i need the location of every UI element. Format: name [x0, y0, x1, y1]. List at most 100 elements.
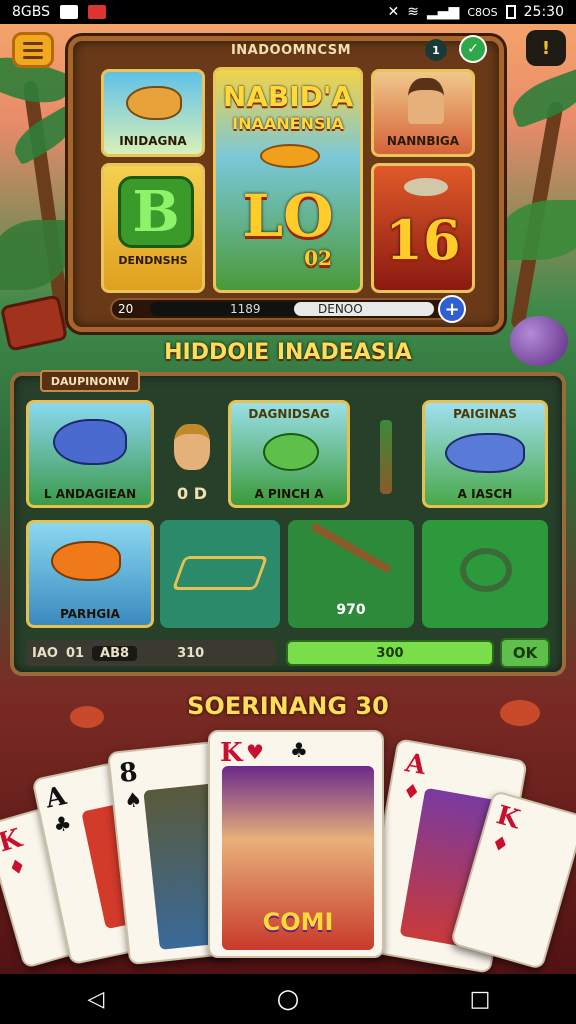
net-icon: [171, 556, 269, 590]
game-tile-torch[interactable]: [360, 400, 412, 508]
menu-icon-line: [23, 48, 43, 52]
bar-mid-value: 1189: [230, 302, 261, 316]
small-badge-icon[interactable]: 1: [425, 39, 447, 61]
slingshot-icon: [310, 522, 392, 574]
tile-label: L ANDAGIEAN: [43, 487, 137, 501]
game-tile-goldfish[interactable]: PARHGIA: [26, 520, 154, 628]
tile-title: DAGNIDSAG: [248, 407, 330, 421]
tile-label: 970: [336, 602, 366, 618]
tile-label: A IASCH: [457, 487, 513, 501]
game-tile-tuna[interactable]: PAIGINAS A IASCH: [422, 400, 548, 508]
club-icon: ♣: [290, 738, 308, 762]
card-rank: A: [42, 781, 69, 815]
game-tile-rope[interactable]: [422, 520, 548, 628]
fish-icon: [260, 144, 320, 168]
bar-right-value: DENOO: [318, 302, 363, 316]
fish-icon: [51, 541, 121, 581]
signal-icon: ▂▄▆: [427, 4, 460, 20]
game-tile-net[interactable]: [160, 520, 280, 628]
status-time: 25:30: [523, 4, 564, 20]
fish-icon: [53, 419, 127, 465]
jackpot-number: LO: [242, 182, 334, 250]
menu-button[interactable]: [12, 32, 54, 68]
game-tile-piranha[interactable]: L ANDAGIEAN: [26, 400, 154, 508]
status-network-text: C8OS: [467, 5, 498, 19]
coin-icon: [70, 706, 104, 728]
game-tile-character[interactable]: 0 D: [164, 400, 220, 508]
game-title-line1: NABID'A: [222, 80, 354, 113]
tile-label: NANNBIGA: [386, 134, 460, 148]
app-notification-icon: [88, 5, 107, 19]
game-tile-slingshot[interactable]: 970: [288, 520, 414, 628]
frame-title: INADOOMNCSM: [230, 43, 352, 58]
ok-button[interactable]: OK: [500, 638, 550, 668]
card-rank: A: [402, 748, 429, 782]
home-button[interactable]: ○: [274, 984, 302, 1014]
playing-card-k-hearts[interactable]: K ♥ ♣ COMI: [208, 730, 384, 958]
tile-title: PAIGINAS: [453, 407, 517, 421]
tile-label: A PINCH A: [254, 487, 324, 501]
melon-icon: [263, 433, 319, 471]
slot-tile-fish[interactable]: INIDAGNA: [101, 69, 205, 157]
bar-value: 310: [177, 645, 205, 661]
tile-label: INIDAGNA: [119, 134, 187, 148]
tile-label: 0 D: [177, 484, 207, 503]
slot-tile-jackpot[interactable]: NABID'A INAANENSIA LO 02: [213, 67, 363, 293]
bar-left-value: 20: [118, 302, 134, 316]
game-screen: 8GBS ✕ ≋ ▂▄▆ C8OS 25:30 ! INADOOMNCSM 1 …: [0, 0, 576, 1024]
game-tile-melon[interactable]: DAGNIDSAG A PINCH A: [228, 400, 350, 508]
fish-icon: [404, 178, 448, 196]
progress-value: 300: [376, 645, 404, 661]
palm-leaf: [506, 67, 576, 129]
featured-game-frame: INADOOMNCSM 1 ✓ INIDAGNA NABID'A INAANEN…: [68, 35, 504, 332]
panel-status-bar: IAO 01 AB8 310: [26, 640, 276, 666]
torch-icon: [380, 420, 392, 494]
coin-icon: [500, 700, 540, 726]
wifi-icon: ≋: [407, 4, 419, 20]
symbol-b-icon: B: [118, 176, 194, 248]
tile-label: DENDNSHS: [118, 254, 188, 267]
bar-label-b: 01: [65, 645, 85, 661]
character-avatar: [174, 424, 210, 470]
jackpot-progress-bar: 20 1189 DENOO: [110, 298, 460, 320]
mute-icon: ✕: [387, 4, 400, 20]
battery-icon: [505, 5, 516, 19]
slot-tile-multiplier[interactable]: 16: [371, 163, 475, 293]
heart-icon: ♥: [246, 740, 264, 764]
menu-icon-line: [23, 41, 43, 45]
slot-tile-symbol[interactable]: B DENDNSHS: [101, 163, 205, 293]
status-left-text: 8GBS: [12, 4, 51, 20]
navigation-bar: ◁ ○ □: [0, 974, 576, 1024]
explorer-avatar: [408, 78, 444, 124]
tile-label: PARHGIA: [60, 607, 120, 621]
card-rank: 8: [117, 757, 140, 790]
diamond-icon: ♦: [400, 778, 423, 805]
fish-icon: [126, 86, 182, 120]
section-heading: HIDDOIE INADEASIA: [164, 340, 412, 365]
slot-tile-explorer[interactable]: NANNBIGA: [371, 69, 475, 157]
card-banner: COMI: [262, 908, 334, 936]
game-title-line2: INAANENSIA: [232, 114, 344, 133]
bar-label-c: AB8: [92, 645, 138, 661]
back-button[interactable]: ◁: [82, 985, 110, 1013]
status-bar: 8GBS ✕ ≋ ▂▄▆ C8OS 25:30: [0, 0, 576, 24]
club-icon: ♣: [51, 810, 74, 838]
bush: [500, 200, 576, 260]
gallery-icon: [60, 5, 79, 19]
menu-icon-line: [23, 55, 43, 59]
info-button[interactable]: !: [526, 30, 566, 66]
recents-button[interactable]: □: [466, 985, 494, 1013]
spade-icon: ♠: [123, 786, 144, 813]
progress-bar: 300: [286, 640, 494, 666]
diamond-icon: ♦: [488, 829, 513, 858]
card-rank: K: [220, 738, 243, 768]
panel-tag: DAUPINONW: [40, 370, 140, 392]
diamond-icon: ♦: [5, 852, 30, 881]
add-button[interactable]: +: [438, 295, 466, 323]
fish-icon: [445, 433, 525, 473]
jackpot-subnumber: 02: [304, 246, 332, 270]
rope-coil-icon: [460, 548, 512, 592]
multiplier-number: 16: [385, 208, 461, 272]
bar-label-a: IAO: [32, 645, 58, 661]
checkmark-icon[interactable]: ✓: [459, 35, 487, 63]
